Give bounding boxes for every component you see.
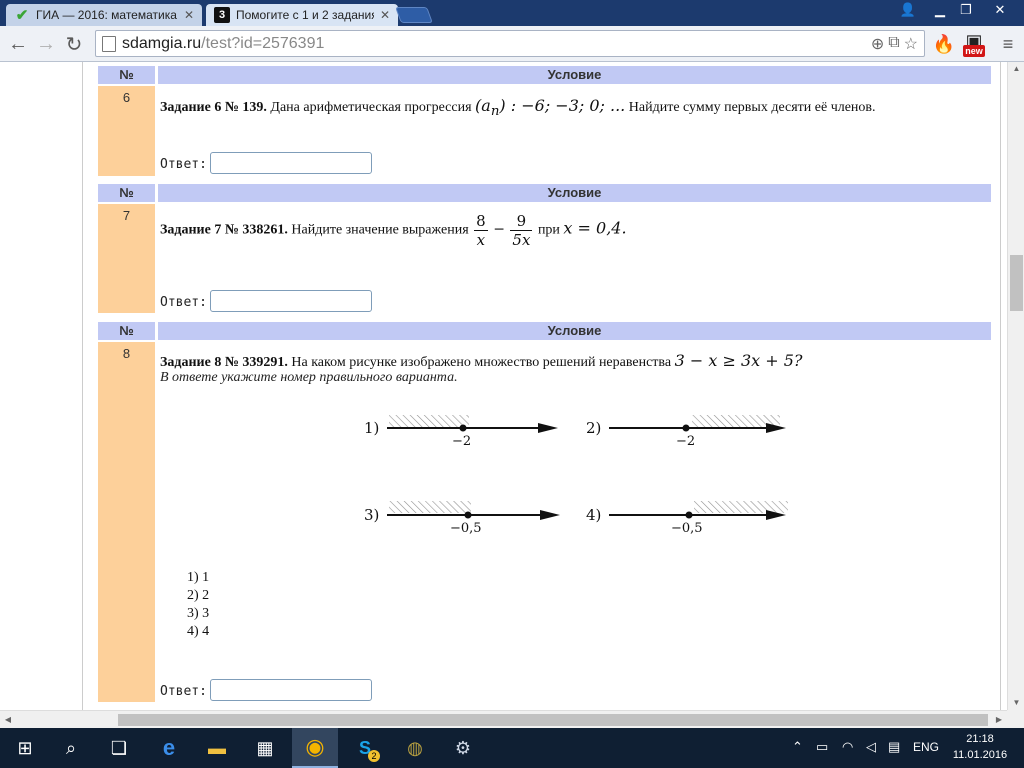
- figure-3-label: 3): [364, 506, 380, 524]
- tab-title: Помогите с 1 и 2 задания: [236, 8, 374, 22]
- answer-option: 1) 1: [187, 570, 210, 585]
- new-badge: new: [963, 45, 985, 57]
- steam-icon[interactable]: ⚙: [440, 728, 486, 768]
- language-indicator[interactable]: ENG: [913, 740, 939, 754]
- show-hidden-icons-icon[interactable]: ⌃: [792, 739, 803, 755]
- znanija-icon: 3: [214, 7, 230, 23]
- bookmark-star-icon[interactable]: ☆: [904, 34, 918, 54]
- clock-time: 21:18: [966, 733, 994, 745]
- answer-option: 4) 4: [187, 624, 210, 639]
- clock[interactable]: 21:18 11.01.2016: [950, 731, 1010, 763]
- url-host: sdamgia.ru: [122, 34, 202, 52]
- url-path: /test?id=2576391: [201, 34, 325, 52]
- maximize-button[interactable]: ❐: [951, 0, 981, 20]
- user-icon[interactable]: 👤: [893, 0, 923, 20]
- close-window-button[interactable]: ✕: [978, 0, 1022, 20]
- vertical-scrollbar[interactable]: ▲ ▼: [1007, 62, 1024, 710]
- reload-icon[interactable]: ↻: [62, 32, 86, 56]
- chrome-icon[interactable]: ◉: [292, 728, 338, 768]
- volume-icon[interactable]: ◁: [866, 739, 876, 755]
- zoom-icon[interactable]: ⊕: [871, 34, 884, 54]
- wifi-icon[interactable]: ◠: [842, 739, 853, 755]
- forward-icon[interactable]: →: [34, 32, 58, 56]
- figure-1-label: 1): [364, 419, 380, 437]
- figure-4-point-label: −0,5: [671, 521, 703, 536]
- translate-icon[interactable]: ⧉: [888, 34, 899, 54]
- answer-input-8[interactable]: [210, 679, 372, 701]
- tab-title: ГИА — 2016: математика,: [36, 8, 178, 22]
- figure-4-line: [609, 501, 788, 520]
- back-icon[interactable]: ←: [6, 32, 30, 56]
- scroll-right-icon[interactable]: ▶: [991, 711, 1007, 729]
- figure-2-label: 2): [586, 419, 602, 437]
- menu-icon[interactable]: ≡: [996, 32, 1020, 56]
- figure-1-point-label: −2: [452, 434, 472, 449]
- figure-3-line: [387, 501, 560, 520]
- scroll-left-icon[interactable]: ◀: [0, 711, 16, 729]
- horizontal-scrollbar[interactable]: ◀ ▶: [0, 710, 1007, 728]
- skype-badge: 2: [368, 750, 380, 762]
- scroll-corner: [1007, 710, 1024, 728]
- browser-title-bar: ✔ ГИА — 2016: математика, ✕ 3 Помогите с…: [0, 0, 1024, 26]
- windows-start-icon[interactable]: ⊞: [2, 728, 48, 768]
- edge-icon[interactable]: e: [146, 728, 192, 768]
- close-tab-icon[interactable]: ✕: [184, 8, 194, 22]
- figure-1-line: [387, 415, 558, 433]
- horizontal-scroll-thumb[interactable]: [118, 714, 988, 726]
- task-view-icon[interactable]: ❏: [96, 728, 142, 768]
- battery-icon[interactable]: ▭: [816, 739, 828, 755]
- figure-2-point-label: −2: [676, 434, 696, 449]
- notifications-icon[interactable]: ▤: [888, 739, 900, 755]
- address-bar[interactable]: sdamgia.ru/test?id=2576391 ⊕ ⧉ ☆: [95, 30, 925, 57]
- fire-extension-icon[interactable]: 🔥: [932, 32, 956, 56]
- file-explorer-icon[interactable]: ▬: [194, 728, 240, 768]
- game-icon[interactable]: ◍: [392, 728, 438, 768]
- scroll-down-icon[interactable]: ▼: [1008, 696, 1024, 710]
- number-lines-svg: [387, 415, 788, 520]
- close-tab-icon[interactable]: ✕: [380, 8, 390, 22]
- check-icon: ✔: [15, 7, 29, 24]
- answer-option: 2) 2: [187, 588, 210, 603]
- browser-toolbar: ← → ↻ sdamgia.ru/test?id=2576391 ⊕ ⧉ ☆ 🔥…: [0, 26, 1024, 62]
- clock-date: 11.01.2016: [952, 749, 1008, 761]
- vertical-scroll-thumb[interactable]: [1010, 255, 1023, 311]
- figure-3-point-label: −0,5: [450, 521, 482, 536]
- search-icon[interactable]: ⌕: [48, 728, 94, 768]
- answer-option: 3) 3: [187, 606, 210, 621]
- answer-label: Ответ:: [160, 684, 207, 699]
- figure-2-line: [609, 415, 786, 433]
- tab-pomogite[interactable]: 3 Помогите с 1 и 2 задания ✕: [206, 4, 398, 26]
- page-icon: [102, 35, 116, 52]
- figure-4-label: 4): [586, 506, 602, 524]
- skype-icon[interactable]: S: [342, 728, 388, 768]
- scroll-up-icon[interactable]: ▲: [1008, 62, 1024, 76]
- windows-taskbar: ⊞ ⌕ ❏ e ▬ ▦ ◉ S 2 ◍ ⚙ ⌃ ▭ ◠ ◁ ▤ ENG 21:1…: [0, 728, 1024, 768]
- new-tab-button[interactable]: [395, 7, 433, 23]
- tab-gia-2016[interactable]: ✔ ГИА — 2016: математика, ✕: [6, 4, 202, 26]
- store-icon[interactable]: ▦: [242, 728, 288, 768]
- page-viewport: № Условие 6 Задание 6 № 139. Дана арифме…: [0, 62, 1007, 710]
